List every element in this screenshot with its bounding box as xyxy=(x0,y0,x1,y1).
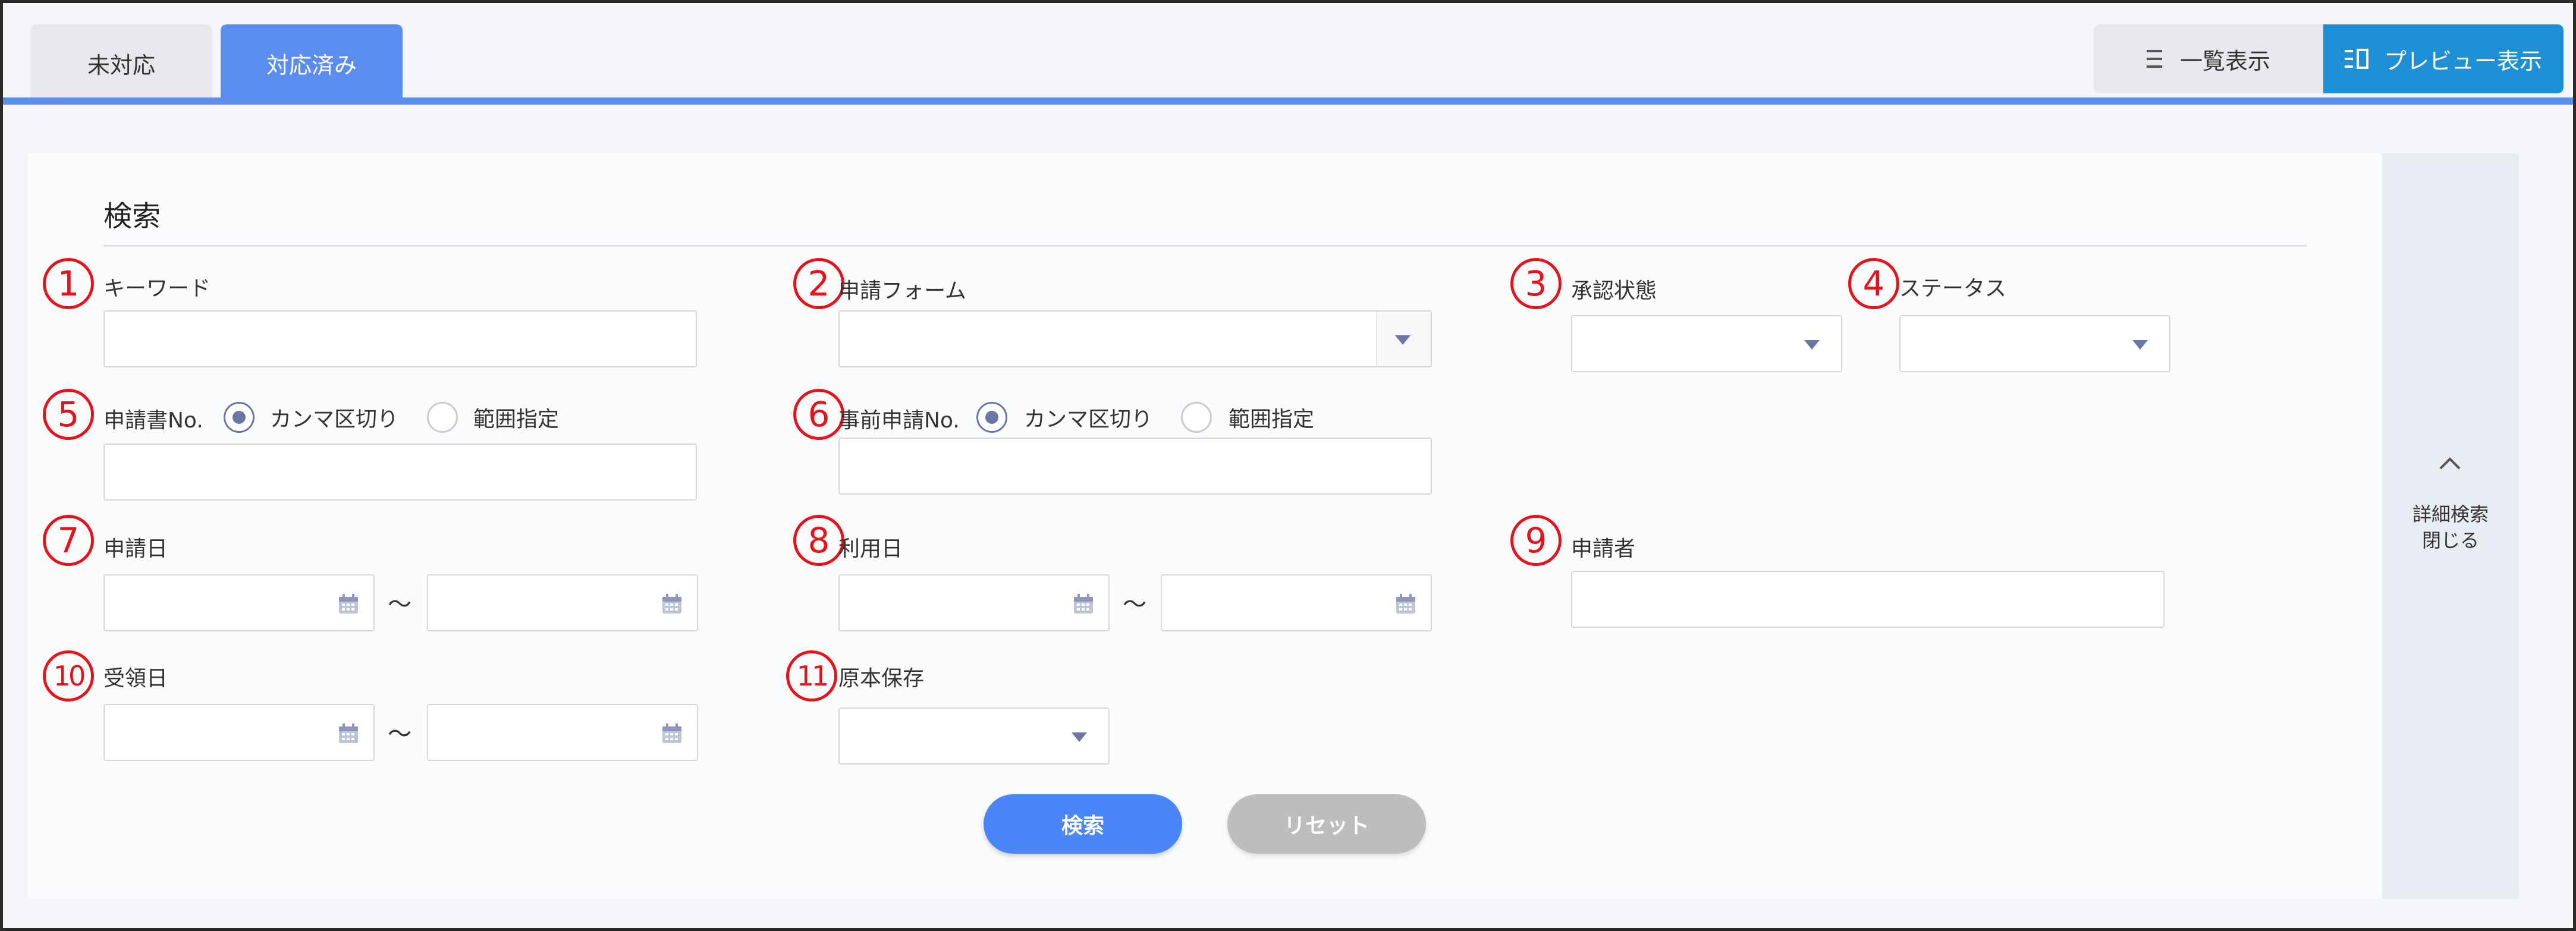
search-panel xyxy=(27,153,2382,899)
chevron-down-icon xyxy=(1072,732,1087,742)
keyword-input[interactable] xyxy=(103,310,697,367)
application-no-radio-range[interactable] xyxy=(427,402,458,433)
receipt-date-from[interactable] xyxy=(103,704,375,761)
detail-search-close-toggle[interactable]: 詳細検索 閉じる xyxy=(2382,153,2519,899)
status-label: ステータス xyxy=(1899,276,2007,301)
use-date-label: 利用日 xyxy=(838,537,903,561)
receipt-date-to[interactable] xyxy=(427,704,698,761)
search-button[interactable]: 検索 xyxy=(984,794,1182,854)
use-date-from[interactable] xyxy=(838,574,1110,631)
pre-application-no-label: 事前申請No. xyxy=(838,408,960,433)
annotation-number: 8 xyxy=(793,515,844,566)
form-label: 申請フォーム xyxy=(838,279,966,303)
range-separator: ～ xyxy=(388,721,411,748)
application-date-from[interactable] xyxy=(103,574,375,631)
calendar-icon[interactable] xyxy=(661,723,683,747)
pre-application-no-input[interactable] xyxy=(838,438,1432,495)
chevron-down-icon xyxy=(2132,340,2148,350)
original-storage-select[interactable] xyxy=(838,707,1110,765)
section-title: 検索 xyxy=(103,200,161,233)
application-date-to[interactable] xyxy=(427,574,698,631)
reset-button[interactable]: リセット xyxy=(1227,794,1426,854)
tab-label: 未対応 xyxy=(87,52,155,78)
annotation-number: 11 xyxy=(786,650,837,702)
application-no-input[interactable] xyxy=(103,444,697,501)
original-storage-label: 原本保存 xyxy=(838,666,925,691)
tab-unhandled[interactable]: 未対応 xyxy=(30,24,212,102)
applicant-label: 申請者 xyxy=(1571,537,1636,561)
application-date-label: 申請日 xyxy=(103,537,168,561)
chevron-down-icon xyxy=(1395,335,1410,345)
list-view-label: 一覧表示 xyxy=(2179,48,2270,74)
section-divider xyxy=(103,245,2307,247)
annotation-number: 2 xyxy=(793,258,844,309)
approval-state-select[interactable] xyxy=(1571,315,1842,372)
range-separator: ～ xyxy=(388,591,411,618)
radio-label: 範囲指定 xyxy=(473,407,560,432)
list-icon xyxy=(2146,49,2165,69)
radio-label: カンマ区切り xyxy=(1024,407,1153,432)
preview-view-button[interactable]: プレビュー表示 xyxy=(2323,24,2564,93)
calendar-icon[interactable] xyxy=(338,723,359,747)
use-date-to[interactable] xyxy=(1161,574,1432,631)
calendar-icon[interactable] xyxy=(1395,593,1416,617)
reset-button-label: リセット xyxy=(1283,814,1369,838)
side-label-line2: 閉じる xyxy=(2421,529,2479,552)
calendar-icon[interactable] xyxy=(661,593,683,617)
range-separator: ～ xyxy=(1123,591,1146,618)
chevron-down-icon xyxy=(1804,340,1820,350)
annotation-number: 3 xyxy=(1510,258,1562,309)
applicant-input[interactable] xyxy=(1571,571,2165,628)
receipt-date-label: 受領日 xyxy=(103,666,168,691)
annotation-number: 9 xyxy=(1510,515,1562,566)
tab-handled[interactable]: 対応済み xyxy=(221,24,403,102)
tab-label: 対応済み xyxy=(266,52,357,78)
keyword-label: キーワード xyxy=(103,276,211,301)
annotation-number: 1 xyxy=(43,258,94,309)
application-no-radio-comma[interactable] xyxy=(224,402,255,433)
annotation-number: 10 xyxy=(43,650,94,702)
pre-application-no-radio-range[interactable] xyxy=(1181,402,1212,433)
status-select[interactable] xyxy=(1899,315,2170,372)
annotation-number: 6 xyxy=(793,389,844,440)
pre-application-no-radio-comma[interactable] xyxy=(976,402,1007,433)
search-button-label: 検索 xyxy=(1061,814,1104,838)
approval-state-label: 承認状態 xyxy=(1571,279,1657,303)
calendar-icon[interactable] xyxy=(338,593,359,617)
preview-view-label: プレビュー表示 xyxy=(2383,48,2542,74)
annotation-number: 5 xyxy=(43,389,94,440)
chevron-up-icon xyxy=(2437,455,2463,473)
annotation-number: 4 xyxy=(1848,258,1899,309)
list-view-button[interactable]: 一覧表示 xyxy=(2094,24,2323,93)
form-select[interactable] xyxy=(838,310,1432,367)
preview-icon xyxy=(2344,49,2368,69)
annotation-number: 7 xyxy=(43,515,94,566)
side-label-line1: 詳細検索 xyxy=(2412,503,2489,526)
tab-underline xyxy=(3,97,2573,105)
radio-label: 範囲指定 xyxy=(1229,407,1315,432)
application-no-label: 申請書No. xyxy=(103,408,203,433)
radio-label: カンマ区切り xyxy=(270,407,399,432)
calendar-icon[interactable] xyxy=(1073,593,1094,617)
